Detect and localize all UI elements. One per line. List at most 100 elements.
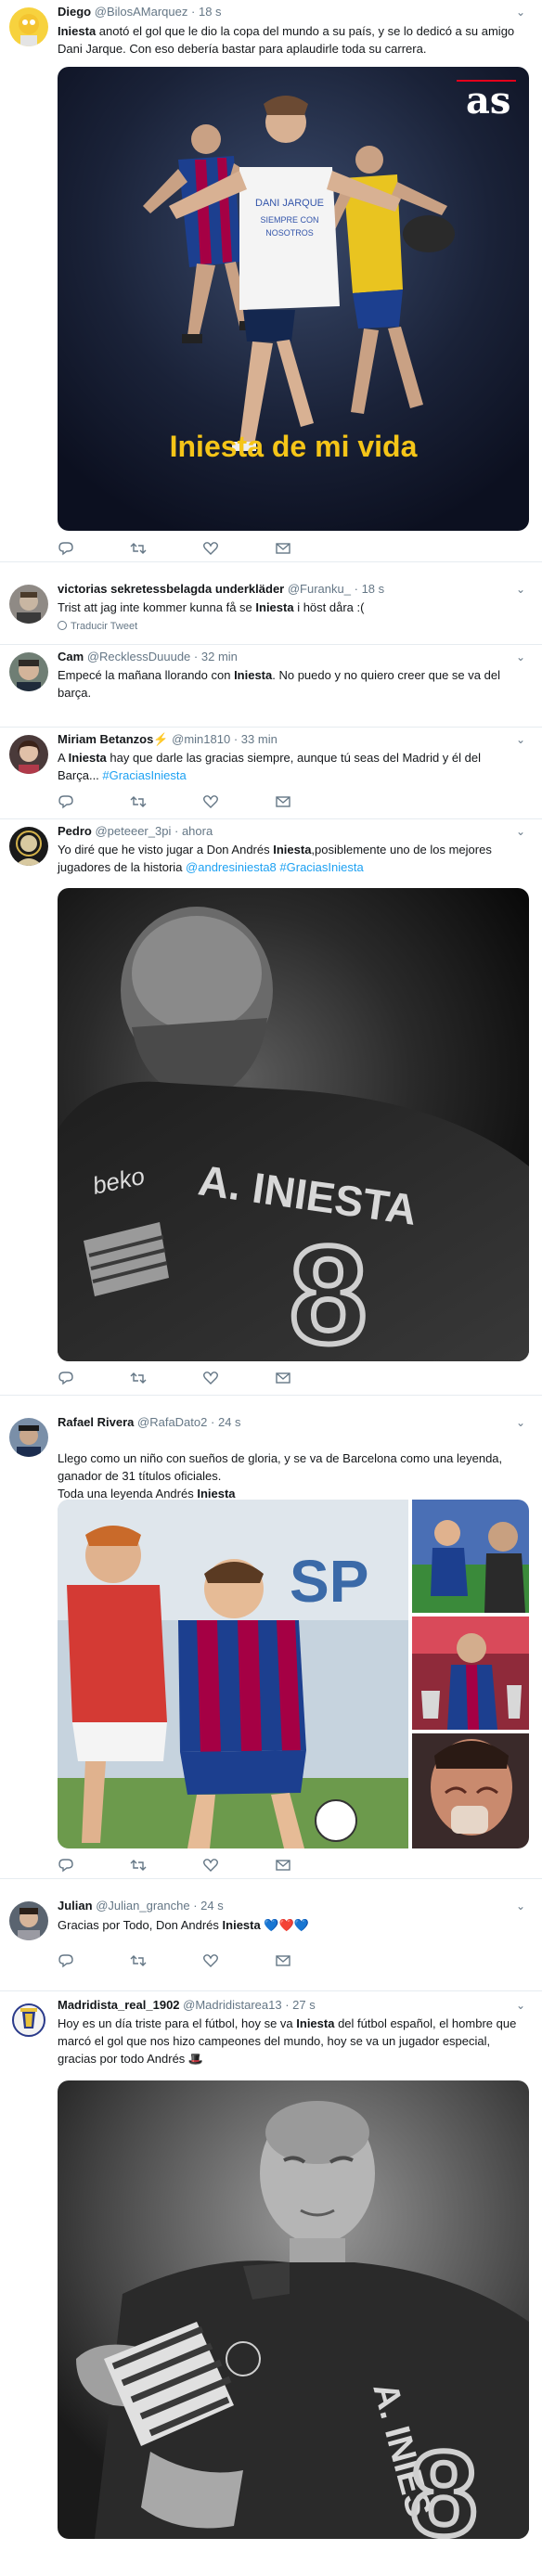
retweet-icon[interactable] [130,1371,147,1385]
message-icon[interactable] [275,1858,291,1873]
tweet-actions [58,794,336,809]
tweet-actions [58,1371,336,1385]
text-run: Iniesta [273,843,312,857]
avatar[interactable] [9,1901,48,1940]
tweet[interactable]: Julian @Julian_granche · 24 s ⌄ Gracias … [0,1879,542,1990]
reply-icon[interactable] [58,794,74,809]
avatar[interactable] [9,1418,48,1457]
timestamp[interactable]: 32 min [201,650,238,663]
tweet[interactable]: Rafael Rivera @RafaDato2 · 24 s ⌄ Llego … [0,1396,542,1878]
retweet-icon[interactable] [130,794,147,809]
author-name[interactable]: Julian [58,1899,93,1913]
author-handle[interactable]: @peteeer_3pi [95,824,171,838]
like-icon[interactable] [202,1953,219,1968]
message-icon[interactable] [275,1371,291,1385]
text-run: Iniesta [234,668,273,682]
tweet-text: A Iniesta hay que darle las gracias siem… [58,749,523,784]
tweet[interactable]: Diego @BilosAMarquez · 18 s ⌄ Iniesta an… [0,0,542,561]
tweet-text: Yo diré que he visto jugar a Don Andrés … [58,841,523,876]
tweet-text: Hoy es un día triste para el fútbol, hoy… [58,2015,523,2067]
timestamp[interactable]: 18 s [362,582,385,596]
chevron-down-icon[interactable]: ⌄ [516,1900,527,1912]
tweet[interactable]: Cam @RecklessDuuude · 32 min ⌄ Empecé la… [0,645,542,727]
tweet-text: Llego como un niño con sueños de gloria,… [58,1432,523,1502]
text-run: Yo diré que he visto jugar a Don Andrés [58,843,274,857]
tweet-text: Empecé la mañana llorando con Iniesta. N… [58,666,523,702]
author-name[interactable]: Cam [58,650,84,663]
chevron-down-icon[interactable]: ⌄ [516,1417,527,1428]
retweet-icon[interactable] [130,1953,147,1968]
text-run: Iniesta [255,600,294,614]
as-logo: as [466,79,510,122]
tweet[interactable]: victorias sekretessbelagda underkläder @… [0,562,542,644]
tweet-header: Rafael Rivera @RafaDato2 · 24 s [58,1414,529,1431]
chevron-down-icon[interactable]: ⌄ [516,584,527,595]
avatar[interactable] [9,585,48,624]
author-name[interactable]: Madridista_real_1902 [58,1998,180,2012]
tweet-image[interactable]: DANI JARQUE SIEMPRE CON NOSOTROS as Inie… [58,67,529,531]
text-run: 💙❤️💙 [260,1918,309,1932]
like-icon[interactable] [202,541,219,556]
author-handle[interactable]: @min1810 [172,732,230,746]
text-run: Llego como un niño con sueños de gloria,… [58,1451,503,1501]
author-name[interactable]: Diego [58,5,91,19]
avatar[interactable] [9,7,48,46]
translate-link[interactable]: Traducir Tweet [58,620,137,633]
message-icon[interactable] [275,541,291,556]
text-run: Iniesta [197,1487,236,1501]
message-icon[interactable] [275,794,291,809]
chevron-down-icon[interactable]: ⌄ [516,826,527,837]
tweet-actions [58,1953,336,1968]
timestamp[interactable]: 24 s [218,1415,241,1429]
author-handle[interactable]: @Madridistarea13 [183,1998,281,2012]
message-icon[interactable] [275,1953,291,1968]
like-icon[interactable] [202,1858,219,1873]
retweet-icon[interactable] [130,1858,147,1873]
shirt-number: 8 [290,1217,367,1361]
tweet[interactable]: Madridista_real_1902 @Madridistarea13 · … [0,1991,542,2576]
tweet-image[interactable]: SP [58,1500,529,1848]
reply-icon[interactable] [58,1953,74,1968]
like-icon[interactable] [202,794,219,809]
author-name[interactable]: victorias sekretessbelagda underkläder [58,582,284,596]
reply-icon[interactable] [58,1858,74,1873]
author-handle[interactable]: @RafaDato2 [137,1415,207,1429]
avatar[interactable] [9,735,48,774]
text-run: Hoy es un día triste para el fútbol, hoy… [58,2016,297,2030]
photo-thumb-1 [412,1500,529,1613]
tweet-image[interactable]: beko A. INIESTA 8 [58,888,529,1361]
timestamp[interactable]: 27 s [292,1998,316,2012]
author-handle[interactable]: @BilosAMarquez [95,5,188,19]
mention-link[interactable]: @andresiniesta8 #GraciasIniesta [186,860,364,874]
separator-dot: · [354,582,358,596]
retweet-icon[interactable] [130,541,147,556]
timestamp[interactable]: 24 s [200,1899,224,1913]
tweet-actions [58,1858,336,1873]
avatar[interactable] [9,827,48,866]
author-handle[interactable]: @Julian_granche [96,1899,189,1913]
author-handle[interactable]: @RecklessDuuude [87,650,190,663]
timestamp[interactable]: 33 min [241,732,277,746]
separator-dot: · [174,824,179,838]
tweet-image[interactable]: A. INIES 8 [58,2080,529,2539]
chevron-down-icon[interactable]: ⌄ [516,651,527,663]
chevron-down-icon[interactable]: ⌄ [516,734,527,745]
author-name[interactable]: Miriam Betanzos⚡ [58,732,169,746]
svg-text:SIEMPRE CON: SIEMPRE CON [260,215,318,225]
author-name[interactable]: Pedro [58,824,92,838]
tweet-text: Gracias por Todo, Don Andrés Iniesta 💙❤️… [58,1916,523,1934]
avatar[interactable] [9,652,48,691]
avatar[interactable] [9,2001,48,2040]
tweet[interactable]: Miriam Betanzos⚡ @min1810 · 33 min ⌄ A I… [0,728,542,818]
like-icon[interactable] [202,1371,219,1385]
reply-icon[interactable] [58,541,74,556]
timestamp[interactable]: 18 s [199,5,222,19]
author-handle[interactable]: @Furanku_ [288,582,351,596]
tweet[interactable]: Pedro @peteeer_3pi · ahora ⌄ Yo diré que… [0,819,542,1395]
chevron-down-icon[interactable]: ⌄ [516,2000,527,2011]
author-name[interactable]: Rafael Rivera [58,1415,134,1429]
hashtag-link[interactable]: #GraciasIniesta [102,768,186,782]
chevron-down-icon[interactable]: ⌄ [516,6,527,18]
timestamp[interactable]: ahora [182,824,213,838]
reply-icon[interactable] [58,1371,74,1385]
